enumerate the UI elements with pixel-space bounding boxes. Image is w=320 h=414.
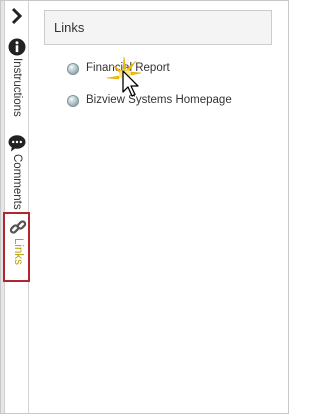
- link-bizview-homepage[interactable]: Bizview Systems Homepage: [67, 93, 232, 109]
- comment-icon: [8, 135, 26, 152]
- info-icon: [8, 38, 26, 56]
- panel-header: Links: [44, 10, 272, 45]
- tab-links[interactable]: Links: [3, 212, 30, 282]
- tab-label-comments: Comments: [11, 154, 23, 210]
- link-icon: [9, 220, 27, 234]
- link-label: Financial Report: [86, 62, 170, 74]
- bullet-icon: [67, 63, 79, 75]
- chevron-right-icon: [11, 7, 23, 25]
- tab-comments[interactable]: Comments: [5, 134, 28, 212]
- tab-label-links: Links: [12, 238, 24, 265]
- link-financial-report[interactable]: Financial Report: [67, 61, 177, 77]
- tab-instructions[interactable]: Instructions: [5, 38, 28, 130]
- link-label: Bizview Systems Homepage: [86, 94, 232, 106]
- tab-label-instructions: Instructions: [11, 58, 23, 117]
- collapse-button[interactable]: [9, 6, 25, 26]
- bullet-icon: [67, 95, 79, 107]
- panel-title: Links: [54, 20, 85, 35]
- side-panel: Instructions Comments Links Links Financ…: [0, 0, 289, 414]
- tab-rail: Instructions Comments Links: [3, 1, 30, 413]
